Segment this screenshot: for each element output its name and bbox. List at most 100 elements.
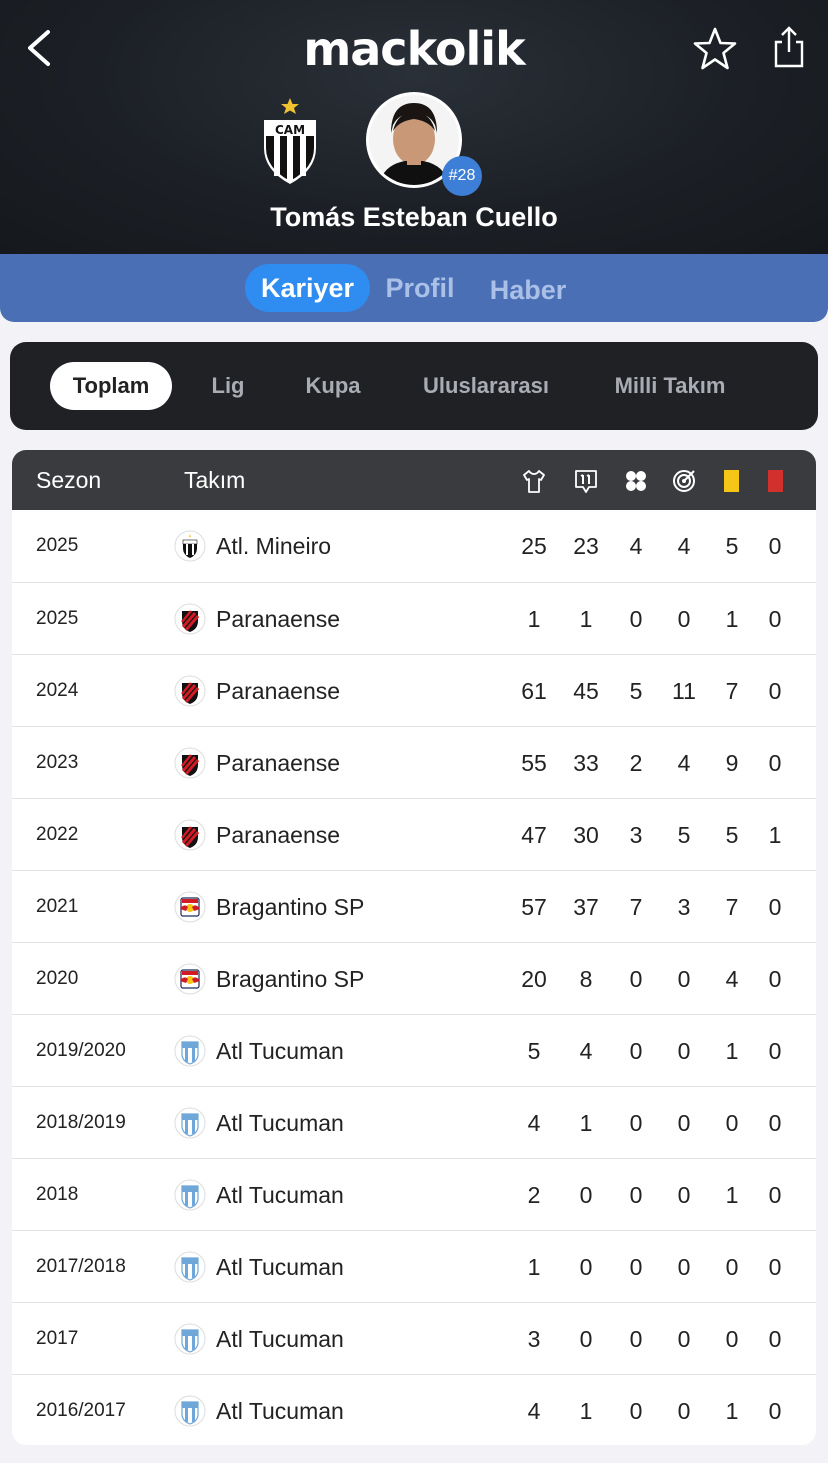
assists-cell: 0 <box>677 1182 691 1208</box>
assists-cell: 0 <box>677 1038 691 1064</box>
goals-cell: 0 <box>629 1182 643 1208</box>
tab-profil[interactable]: Profil <box>374 264 466 312</box>
filter-milli-takim[interactable]: Milli Takım <box>602 362 738 410</box>
filter-lig[interactable]: Lig <box>192 362 264 410</box>
jersey-icon <box>523 470 545 493</box>
appearances-cell: 4 <box>527 1398 541 1424</box>
appearances-cell: 47 <box>521 822 547 848</box>
table-row[interactable]: 2020 Bragantino SP 20 8 0 0 4 0 <box>12 942 816 1014</box>
red-cards-cell: 0 <box>768 1326 782 1352</box>
goals-cell: 0 <box>629 1326 643 1352</box>
table-row[interactable]: 2018/2019 Atl Tucuman 4 1 0 0 0 0 <box>12 1086 816 1158</box>
assists-cell: 4 <box>677 750 691 776</box>
starts-cell: 37 <box>573 894 599 920</box>
share-icon <box>774 26 804 68</box>
table-row[interactable]: 2024 Paranaense 61 45 5 11 7 0 <box>12 654 816 726</box>
table-row[interactable]: 2017 Atl Tucuman 3 0 0 0 0 0 <box>12 1302 816 1374</box>
red-cards-cell: 0 <box>768 1254 782 1280</box>
filter-toplam[interactable]: Toplam <box>50 362 172 410</box>
goals-cell: 0 <box>629 1038 643 1064</box>
career-stats-table: Sezon Takım 2025 Atl. Mineiro 25 23 4 4 … <box>12 450 816 1445</box>
season-cell: 2019/2020 <box>36 1040 126 1061</box>
table-row[interactable]: 2025 Paranaense 1 1 0 0 1 0 <box>12 582 816 654</box>
paranaense-crest-icon <box>174 603 206 635</box>
starts-cell: 1 <box>579 1110 593 1136</box>
filter-kupa[interactable]: Kupa <box>290 362 376 410</box>
appearances-cell: 25 <box>521 533 547 559</box>
starts-cell: 0 <box>579 1326 593 1352</box>
tucuman-crest-icon <box>174 1323 206 1355</box>
starts-cell: 0 <box>579 1182 593 1208</box>
appearances-cell: 57 <box>521 894 547 920</box>
goals-cell: 5 <box>629 678 643 704</box>
yellow-cards-cell: 1 <box>725 1038 739 1064</box>
appearances-cell: 55 <box>521 750 547 776</box>
goals-cell: 0 <box>629 1254 643 1280</box>
red-cards-cell: 1 <box>768 822 782 848</box>
team-cell: Atl. Mineiro <box>216 533 332 559</box>
assists-cell: 0 <box>677 1398 691 1424</box>
starts-cell: 33 <box>573 750 599 776</box>
season-cell: 2022 <box>36 824 79 845</box>
team-cell: Paranaense <box>216 822 341 848</box>
tucuman-crest-icon <box>174 1251 206 1283</box>
red-cards-cell: 0 <box>768 606 782 632</box>
red-cards-cell: 0 <box>768 966 782 992</box>
tucuman-crest-icon <box>174 1179 206 1211</box>
team-cell: Atl Tucuman <box>216 1398 344 1424</box>
assists-cell: 0 <box>677 1326 691 1352</box>
season-cell: 2024 <box>36 680 79 701</box>
yellow-cards-cell: 1 <box>725 1398 739 1424</box>
target-icon <box>673 470 695 492</box>
red-cards-cell: 0 <box>768 894 782 920</box>
goals-cell: 7 <box>629 894 643 920</box>
table-row[interactable]: 2025 Atl. Mineiro 25 23 4 4 5 0 <box>12 510 816 582</box>
team-cell: Paranaense <box>216 678 341 704</box>
season-cell: 2018 <box>36 1184 79 1205</box>
season-cell: 2020 <box>36 968 79 989</box>
starts-cell: 1 <box>579 606 593 632</box>
starts-cell: 8 <box>579 966 593 992</box>
club-crest[interactable]: CAM <box>258 96 322 186</box>
table-row[interactable]: 2018 Atl Tucuman 2 0 0 0 1 0 <box>12 1158 816 1230</box>
team-cell: Paranaense <box>216 606 341 632</box>
red-cards-cell: 0 <box>768 678 782 704</box>
team-cell: Atl Tucuman <box>216 1110 344 1136</box>
red-cards-cell: 0 <box>768 1110 782 1136</box>
tab-kariyer[interactable]: Kariyer <box>245 264 370 312</box>
yellow-cards-cell: 1 <box>725 1182 739 1208</box>
appearances-cell: 61 <box>521 678 547 704</box>
table-row[interactable]: 2019/2020 Atl Tucuman 5 4 0 0 1 0 <box>12 1014 816 1086</box>
table-row[interactable]: 2017/2018 Atl Tucuman 1 0 0 0 0 0 <box>12 1230 816 1302</box>
assists-cell: 3 <box>677 894 691 920</box>
table-row[interactable]: 2023 Paranaense 55 33 2 4 9 0 <box>12 726 816 798</box>
favorite-button[interactable] <box>692 26 738 72</box>
table-row[interactable]: 2016/2017 Atl Tucuman 4 1 0 0 1 0 <box>12 1374 816 1445</box>
yellow-cards-cell: 9 <box>725 750 739 776</box>
share-button[interactable] <box>770 24 808 70</box>
red-cards-cell: 0 <box>768 750 782 776</box>
yellow-cards-cell: 0 <box>725 1254 739 1280</box>
football-icon <box>626 471 646 491</box>
season-cell: 2025 <box>36 535 79 556</box>
red-cards-cell: 0 <box>768 1182 782 1208</box>
club-crest-icon: CAM <box>264 98 316 184</box>
tab-haber[interactable]: Haber <box>480 266 576 314</box>
table-row[interactable]: 2021 Bragantino SP 57 37 7 3 7 0 <box>12 870 816 942</box>
team-cell: Paranaense <box>216 750 341 776</box>
assists-cell: 0 <box>677 1254 691 1280</box>
yellow-cards-cell: 0 <box>725 1110 739 1136</box>
assists-cell: 11 <box>672 678 696 704</box>
assists-cell: 0 <box>677 966 691 992</box>
yellow-cards-cell: 4 <box>725 966 739 992</box>
table-row[interactable]: 2022 Paranaense 47 30 3 5 5 1 <box>12 798 816 870</box>
star-outline-icon <box>693 27 737 70</box>
red-cards-cell: 0 <box>768 1038 782 1064</box>
filter-uluslararasi[interactable]: Uluslararası <box>408 362 564 410</box>
table-header: Sezon Takım <box>12 450 816 510</box>
appearances-cell: 20 <box>521 966 547 992</box>
season-cell: 2018/2019 <box>36 1112 126 1133</box>
yellow-cards-cell: 1 <box>725 606 739 632</box>
yellow-cards-cell: 0 <box>725 1326 739 1352</box>
yellow-cards-cell: 5 <box>725 533 739 559</box>
